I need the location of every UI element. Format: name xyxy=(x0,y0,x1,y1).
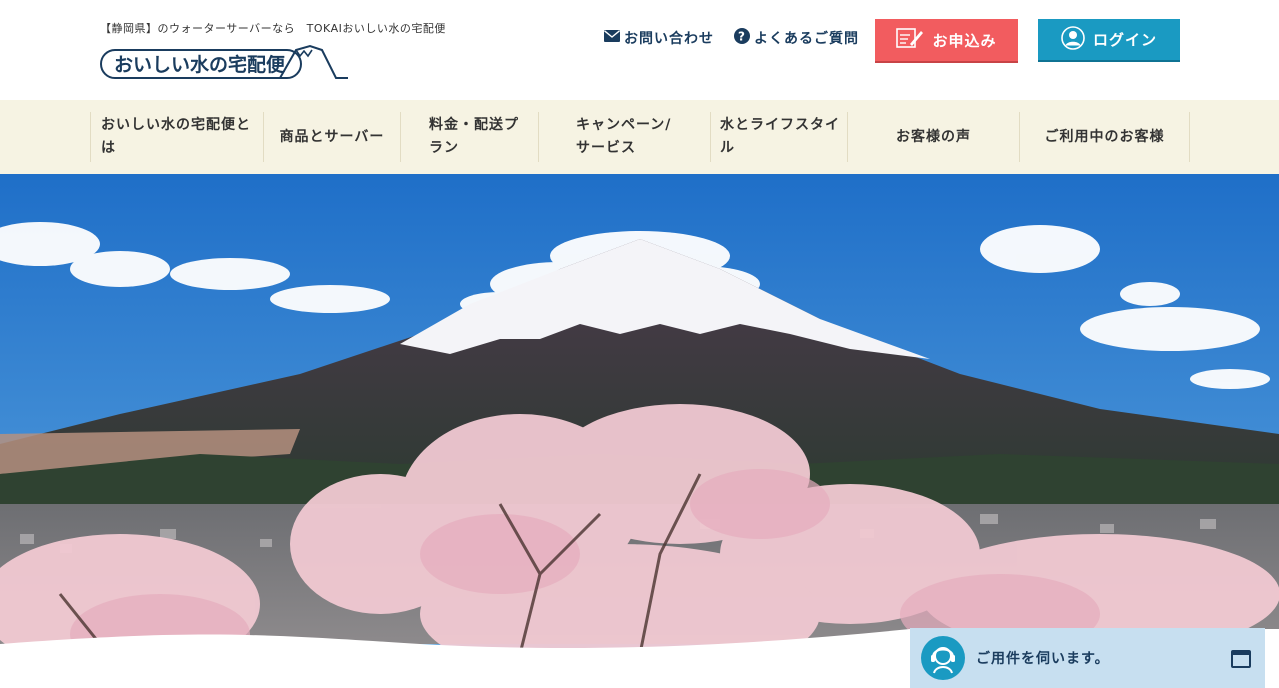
nav-item-label: おいしい水の宅配便とは xyxy=(101,117,251,156)
login-label: ログイン xyxy=(1092,31,1157,49)
svg-text:?: ? xyxy=(738,30,746,44)
contact-link[interactable]: お問い合わせ xyxy=(604,28,714,48)
apply-label: お申込み xyxy=(932,31,997,50)
nav-item-label: 料金・配送プラン xyxy=(429,117,519,156)
nav-item-label: キャンペーン/サービス xyxy=(576,117,672,156)
site-tagline: 【静岡県】のウォーターサーバーなら TOKAIおいしい水の宅配便 xyxy=(100,22,446,35)
window-minimize-icon[interactable] xyxy=(1231,650,1251,668)
nav-item-pricing[interactable]: 料金・配送プラン xyxy=(400,112,538,162)
apply-button[interactable]: お申込み xyxy=(875,19,1018,63)
hero-image xyxy=(0,174,1279,688)
nav-item-reviews[interactable]: お客様の声 xyxy=(847,112,1019,162)
login-button[interactable]: ログイン xyxy=(1038,19,1180,62)
question-circle-icon: ? xyxy=(734,28,750,48)
chat-widget[interactable]: ご用件を伺います。 xyxy=(910,628,1265,688)
nav-item-label: お客様の声 xyxy=(896,128,971,145)
nav-item-label: 水とライフスタイル xyxy=(720,117,840,156)
faq-label: よくあるご質問 xyxy=(754,31,859,47)
nav-item-label: ご利用中のお客様 xyxy=(1044,128,1165,145)
nav-item-campaign[interactable]: キャンペーン/サービス xyxy=(538,112,710,162)
nav-item-members[interactable]: ご利用中のお客様 xyxy=(1019,112,1190,162)
nav-item-label: 商品とサーバー xyxy=(279,128,385,145)
contact-label: お問い合わせ xyxy=(624,31,714,47)
operator-avatar-icon xyxy=(921,636,965,680)
pen-paper-icon xyxy=(896,27,924,53)
global-nav: おいしい水の宅配便とは 商品とサーバー 料金・配送プラン キャンペーン/サービス… xyxy=(0,100,1279,174)
logo-wordmark: おいしい水の宅配便 xyxy=(114,53,286,76)
envelope-icon xyxy=(604,30,620,46)
site-header: 【静岡県】のウォーターサーバーなら TOKAIおいしい水の宅配便 おいしい水の宅… xyxy=(0,0,1279,100)
site-logo[interactable]: おいしい水の宅配便 xyxy=(100,42,350,82)
nav-item-about[interactable]: おいしい水の宅配便とは xyxy=(90,112,263,162)
chat-prompt: ご用件を伺います。 xyxy=(976,651,1110,667)
utility-links: お問い合わせ ? よくあるご質問 xyxy=(604,28,859,48)
nav-item-lifestyle[interactable]: 水とライフスタイル xyxy=(710,112,847,162)
nav-item-products[interactable]: 商品とサーバー xyxy=(263,112,400,162)
user-circle-icon xyxy=(1061,25,1085,54)
faq-link[interactable]: ? よくあるご質問 xyxy=(734,28,859,48)
